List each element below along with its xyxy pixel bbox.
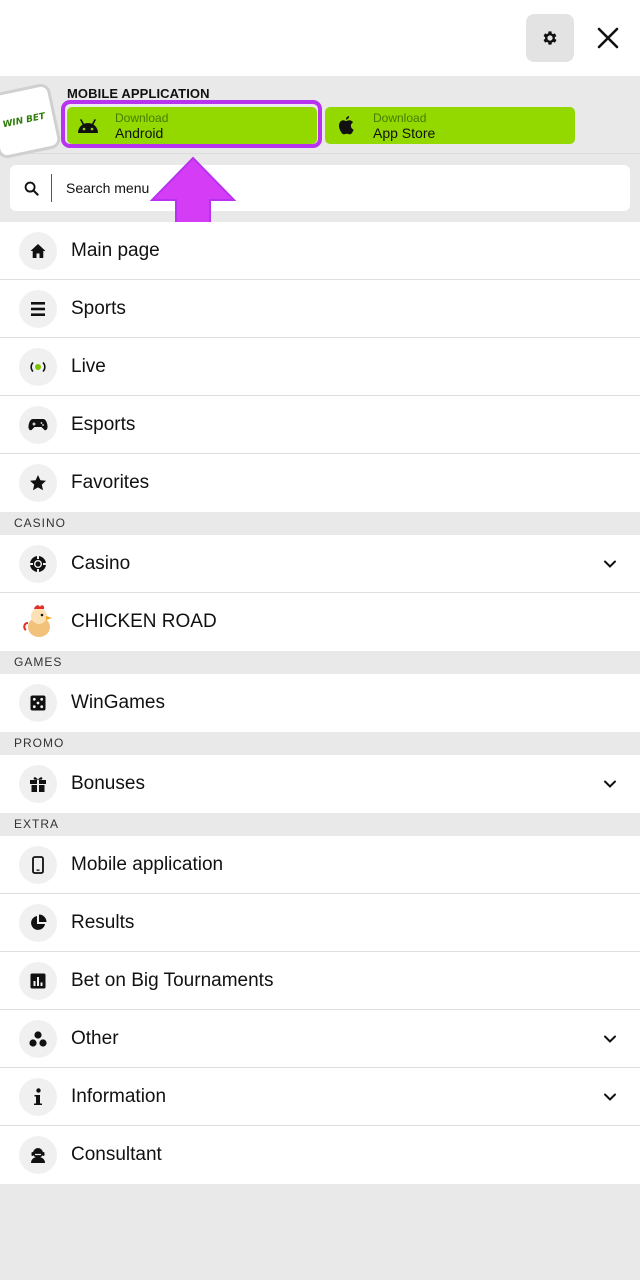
menu-item-label: CHICKEN ROAD	[71, 611, 217, 632]
menu-item-label: Consultant	[71, 1144, 162, 1165]
close-icon	[597, 27, 619, 49]
home-icon	[19, 231, 57, 270]
appstore-download-label: App Store	[373, 124, 436, 141]
menu-item-other[interactable]: Other	[0, 1010, 640, 1068]
info-icon	[19, 1077, 57, 1116]
search-area	[0, 154, 640, 222]
chicken-icon	[19, 602, 59, 642]
menu-item-label: WinGames	[71, 692, 165, 713]
menu-item-label: Esports	[71, 413, 136, 435]
menu-item-label: Main page	[71, 239, 160, 261]
android-highlight-frame	[61, 100, 322, 148]
live-broadcast-icon	[19, 347, 57, 386]
menu-item-label: Casino	[71, 552, 131, 574]
chevron-down-icon	[604, 780, 616, 788]
menu-item-bet-on-big-tournaments[interactable]: Bet on Big Tournaments	[0, 952, 640, 1010]
menu-item-esports[interactable]: Esports	[0, 396, 640, 454]
menu-item-label: Sports	[71, 297, 126, 319]
support-agent-icon	[19, 1136, 57, 1174]
apple-icon	[335, 115, 357, 137]
menu-item-bonuses[interactable]: Bonuses	[0, 755, 640, 813]
gear-icon	[543, 31, 557, 45]
section-header-promo: PROMO	[0, 732, 640, 755]
gamepad-icon	[19, 405, 57, 444]
menu-item-main-page[interactable]: Main page	[0, 222, 640, 280]
gift-icon	[19, 765, 57, 803]
menu-item-favorites[interactable]: Favorites	[0, 454, 640, 512]
casino-chip-icon	[19, 544, 57, 583]
dots-cluster-icon	[19, 1019, 57, 1058]
phone-logo-image: WIN BET	[0, 82, 63, 160]
top-bar	[0, 0, 640, 76]
side-menu: Main page Sports Live Esports Favorites …	[0, 222, 640, 1184]
download-appstore-button[interactable]: Download App Store	[325, 107, 575, 144]
appstore-download-sub: Download	[373, 110, 427, 125]
star-icon	[19, 464, 57, 502]
menu-item-live[interactable]: Live	[0, 338, 640, 396]
chevron-down-icon	[604, 560, 616, 568]
menu-item-label: Favorites	[71, 472, 150, 493]
bar-chart-icon	[19, 961, 57, 1000]
chevron-down-icon	[604, 1093, 616, 1101]
menu-item-sports[interactable]: Sports	[0, 280, 640, 338]
section-header-extra: EXTRA	[0, 813, 640, 836]
menu-item-label: Bonuses	[71, 773, 145, 794]
search-divider	[51, 174, 52, 202]
search-icon	[24, 181, 39, 196]
chevron-down-icon	[604, 1035, 616, 1043]
settings-button[interactable]	[526, 14, 574, 62]
menu-item-label: Live	[71, 355, 106, 377]
menu-item-label: Information	[71, 1085, 167, 1107]
search-input[interactable]	[66, 180, 466, 196]
mobile-app-banner: WIN BET MOBILE APPLICATION Download Andr…	[0, 76, 640, 160]
menu-item-label: Results	[71, 911, 135, 933]
menu-item-casino[interactable]: Casino	[0, 535, 640, 593]
menu-item-results[interactable]: Results	[0, 894, 640, 952]
logo-text: WIN BET	[1, 111, 47, 131]
menu-item-wingames[interactable]: WinGames	[0, 674, 640, 732]
menu-item-label: Other	[71, 1027, 119, 1049]
banner-title: MOBILE APPLICATION	[67, 86, 210, 101]
smartphone-icon	[19, 845, 57, 884]
close-button[interactable]	[584, 14, 632, 62]
menu-item-information[interactable]: Information	[0, 1068, 640, 1126]
list-icon	[19, 289, 57, 328]
pie-chart-icon	[19, 903, 57, 942]
search-box[interactable]	[10, 165, 630, 211]
menu-item-consultant[interactable]: Consultant	[0, 1126, 640, 1184]
menu-item-label: Bet on Big Tournaments	[71, 969, 274, 991]
section-header-games: GAMES	[0, 651, 640, 674]
section-header-casino: CASINO	[0, 512, 640, 535]
dice-icon	[19, 684, 57, 722]
menu-item-label: Mobile application	[71, 853, 224, 875]
menu-item-chicken-road[interactable]: CHICKEN ROAD	[0, 593, 640, 651]
menu-item-mobile-application[interactable]: Mobile application	[0, 836, 640, 894]
